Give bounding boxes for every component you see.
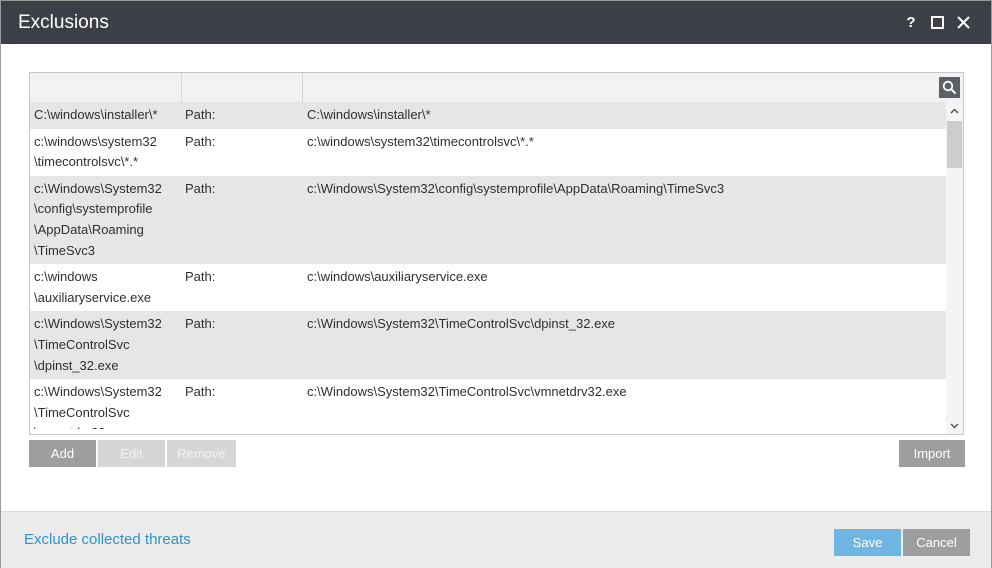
remove-button[interactable]: Remove [167, 440, 236, 467]
column-header-name[interactable] [30, 73, 182, 102]
cell-exclusion-value: c:\windows\auxiliaryservice.exe [307, 269, 488, 285]
name-line: \AppData\Roaming [34, 221, 144, 237]
table-row[interactable]: c:\Windows\System32 \config\systemprofile… [30, 175, 946, 265]
name-line: c:\windows [34, 269, 98, 285]
name-line: c:\windows\system32 [34, 133, 157, 149]
cell-exclusion-value: c:\Windows\System32\TimeControlSvc\dpins… [307, 316, 616, 332]
cell-exclusion-type: Path: [185, 133, 216, 149]
column-header-type[interactable] [182, 73, 303, 102]
name-line: \vmnetdrv32.exe [34, 423, 182, 429]
name-line: \TimeControlSvc [34, 404, 130, 420]
title-bar[interactable]: Exclusions ? [1, 1, 991, 44]
table-row[interactable]: C:\windows\installer\* Path: C:\windows\in… [30, 102, 946, 129]
name-line: \dpinst_32.exe [34, 357, 119, 373]
title-bar-controls: ? [903, 13, 971, 31]
add-button[interactable]: Add [29, 440, 96, 467]
search-button[interactable] [939, 77, 960, 98]
exclude-collected-threats-link[interactable]: Exclude collected threats [24, 531, 191, 548]
cell-exclusion-value: c:\Windows\System32\TimeControlSvc\vmnet… [307, 384, 627, 400]
import-button[interactable]: Import [899, 440, 965, 467]
table-header [30, 73, 963, 103]
cell-exclusion-name: c:\Windows\System32 \TimeControlSvc \dpins… [34, 314, 182, 376]
maximize-icon[interactable] [929, 13, 945, 31]
name-line: \config\systemprofile [34, 201, 153, 217]
cell-exclusion-type: Path: [185, 269, 216, 285]
cell-exclusion-name: c:\windows \auxiliaryservice.exe [34, 267, 182, 308]
cell-exclusion-value: C:\windows\installer\* [307, 107, 431, 122]
close-icon[interactable] [955, 13, 971, 31]
vertical-scrollbar[interactable] [946, 102, 963, 434]
dialog-footer: Exclude collected threats Save Cancel [1, 511, 991, 568]
table-row[interactable]: c:\Windows\System32 \TimeControlSvc \vmnet… [30, 379, 946, 429]
column-header-value[interactable] [303, 73, 943, 102]
table-row[interactable]: c:\windows\system32 \timecontrolsvc\*.* Pa… [30, 129, 946, 176]
chevron-up-icon [950, 107, 959, 114]
cell-exclusion-name: c:\Windows\System32 \TimeControlSvc \vmnet… [34, 382, 182, 429]
table-row[interactable]: c:\windows \auxiliaryservice.exe Path: c:\w… [30, 264, 946, 311]
help-icon[interactable]: ? [903, 13, 919, 31]
cell-exclusion-value: c:\windows\system32\timecontrolsvc\*.* [307, 133, 534, 149]
name-line: \TimeControlSvc [34, 336, 130, 352]
name-line: c:\Windows\System32 [34, 316, 162, 332]
chevron-down-icon [950, 422, 959, 429]
cell-exclusion-type: Path: [185, 107, 216, 122]
cell-exclusion-value: c:\Windows\System32\config\systemprofile… [307, 180, 725, 196]
scroll-down-button[interactable] [946, 417, 963, 434]
name-line: c:\Windows\System32 [34, 180, 162, 196]
cell-exclusion-type: Path: [185, 384, 216, 400]
table-row[interactable]: c:\Windows\System32 \TimeControlSvc \dpins… [30, 311, 946, 380]
name-line: c:\Windows\System32 [34, 384, 162, 400]
scroll-up-button[interactable] [946, 102, 963, 119]
cell-exclusion-name: c:\Windows\System32 \config\systemprofile… [34, 179, 182, 261]
cancel-button[interactable]: Cancel [903, 529, 970, 556]
cell-exclusion-name: C:\windows\installer\* [34, 105, 182, 126]
save-button[interactable]: Save [834, 529, 901, 556]
cell-exclusion-type: Path: [185, 316, 216, 332]
name-line: C:\windows\installer\* [34, 107, 158, 122]
edit-button[interactable]: Edit [98, 440, 165, 467]
exclusions-table: C:\windows\installer\* Path: C:\windows\in… [29, 72, 964, 435]
name-line: \TimeSvc3 [34, 242, 95, 258]
exclusions-dialog: Exclusions ? C:\windows\installer\* Path:… [0, 0, 992, 568]
cell-exclusion-name: c:\windows\system32 \timecontrolsvc\*.* [34, 132, 182, 173]
cell-exclusion-type: Path: [185, 180, 216, 196]
name-line: \auxiliaryservice.exe [34, 289, 152, 305]
dialog-title: Exclusions [18, 12, 109, 33]
scrollbar-thumb[interactable] [947, 121, 962, 168]
search-icon [942, 80, 957, 95]
table-body: C:\windows\installer\* Path: C:\windows\in… [30, 102, 946, 429]
name-line: \timecontrolsvc\*.* [34, 154, 139, 170]
